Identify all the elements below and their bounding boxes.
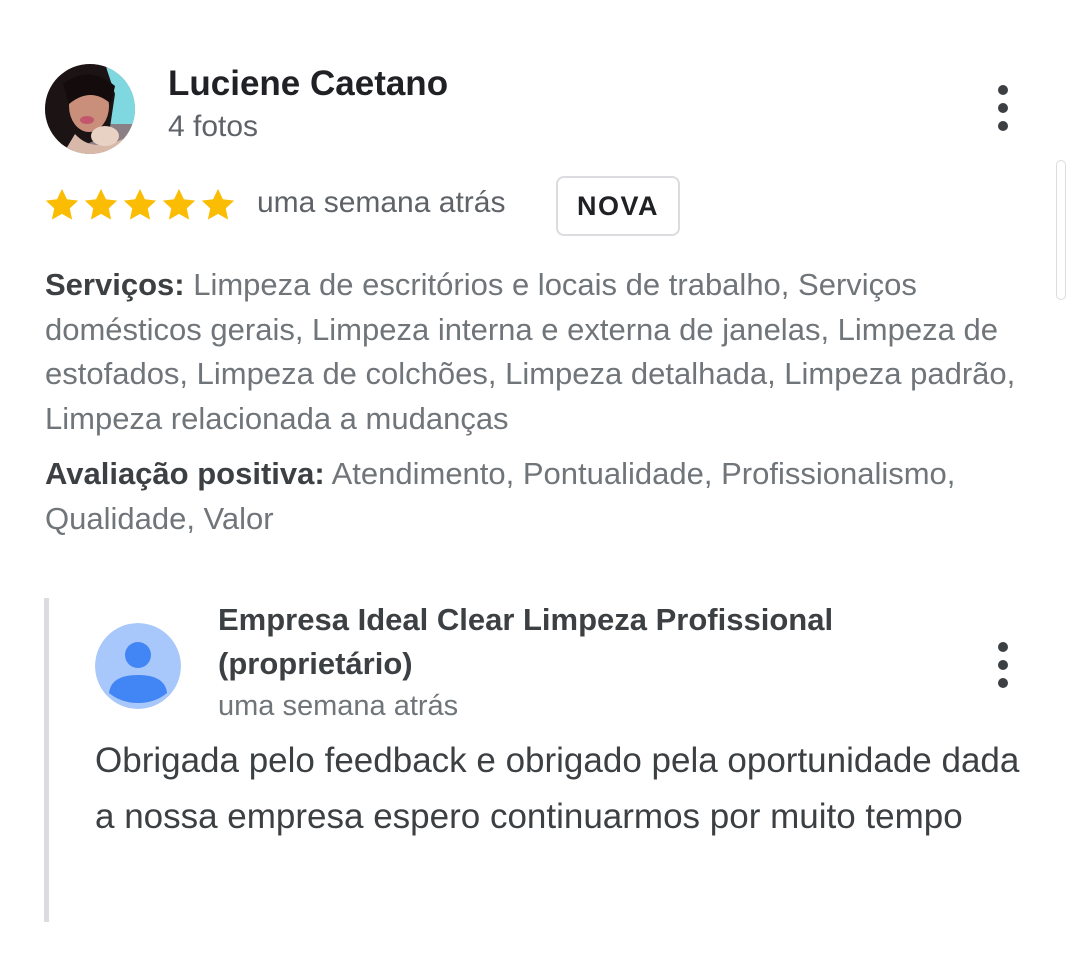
star-icon [45,188,79,220]
new-badge: NOVA [556,176,680,236]
review-date: uma semana atrás [257,186,506,219]
reply-more-options-button[interactable] [988,635,1018,695]
reply-divider [44,598,49,922]
reviewer-name[interactable]: Luciene Caetano [168,64,448,104]
services-attribute: Serviços: Limpeza de escritórios e locai… [45,263,1040,441]
reply-text: Obrigada pelo feedback e obrigado pela o… [95,741,1020,836]
review-more-options-button[interactable] [988,78,1018,138]
person-icon [95,623,181,709]
owner-name: Empresa Ideal Clear Limpeza Profissional… [218,602,834,681]
positive-review-attribute: Avaliação positiva: Atendimento, Pontual… [45,452,1040,541]
services-value: Limpeza de escritórios e locais de traba… [45,267,1016,436]
services-label: Serviços: [45,267,185,302]
star-icon [162,188,196,220]
more-vert-icon [998,642,1008,652]
star-icon [201,188,235,220]
reviewer-avatar[interactable] [45,64,135,154]
star-icon [84,188,118,220]
scrollbar[interactable] [1056,160,1066,300]
star-icon [123,188,157,220]
more-vert-icon [998,85,1008,95]
owner-avatar [95,623,181,709]
reply-date: uma semana atrás [218,690,459,722]
positive-label: Avaliação positiva: [45,456,325,491]
reviewer-photo-count: 4 fotos [168,110,259,143]
star-rating [43,186,237,224]
